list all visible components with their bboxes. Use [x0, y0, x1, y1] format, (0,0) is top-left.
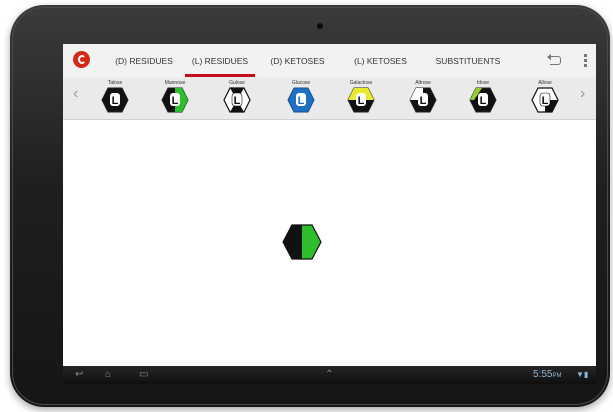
residue-label: Galactose [349, 80, 373, 86]
residue-glucose[interactable]: Glucose L [281, 79, 321, 117]
scroll-right-icon[interactable]: › [580, 85, 585, 103]
residue-letter: L [480, 95, 487, 107]
residue-letter: L [542, 95, 549, 107]
clock-time: 5:55 [533, 369, 553, 380]
mannose-hexagon-icon: L [161, 87, 189, 113]
system-bar: ↩ ⌂ ▭ ⌃ 5:55PM ▼▮ [63, 366, 596, 384]
residue-letter: L [298, 95, 305, 107]
allose-hexagon-icon: L [531, 87, 559, 113]
scroll-left-icon[interactable]: ‹ [73, 85, 78, 103]
tab-d-residues[interactable]: (D) RESIDUES [114, 44, 174, 77]
residue-label: Mannose [164, 80, 186, 86]
recent-apps-icon[interactable]: ▭ [139, 369, 148, 380]
residue-label: Idose [476, 80, 490, 86]
action-bar: (D) RESIDUES (L) RESIDUES (D) KETOSES (L… [63, 44, 596, 78]
drawing-canvas[interactable] [63, 120, 596, 366]
residue-gulose[interactable]: Gulose L [217, 79, 257, 117]
residue-altrose[interactable]: Altrose L [403, 79, 443, 117]
tab-l-residues[interactable]: (L) RESIDUES [185, 44, 255, 77]
residue-label: Talose [107, 80, 123, 86]
app-logo-icon[interactable] [73, 51, 90, 68]
front-camera [316, 22, 324, 30]
undo-icon[interactable] [547, 54, 561, 65]
back-icon[interactable]: ↩ [75, 369, 83, 380]
altrose-hexagon-icon: L [409, 87, 437, 113]
residue-idose[interactable]: Idose L [463, 79, 503, 117]
residue-letter: L [358, 95, 365, 107]
residue-letter: L [420, 95, 427, 107]
tab-l-ketoses[interactable]: (L) KETOSES [353, 44, 408, 77]
overflow-menu-icon[interactable] [584, 54, 587, 67]
talose-hexagon-icon: L [101, 87, 129, 113]
placed-mannose-hexagon-icon[interactable] [282, 224, 322, 260]
tab-substituents[interactable]: SUBSTITUENTS [433, 44, 503, 77]
menu-up-icon[interactable]: ⌃ [325, 369, 333, 380]
residue-galactose[interactable]: Galactose L [341, 79, 381, 117]
residue-label: Altrose [415, 80, 431, 86]
status-clock: 5:55PM [533, 369, 561, 380]
residue-label: Gulose [229, 80, 245, 86]
signal-icon: ▼▮ [576, 370, 589, 379]
home-icon[interactable]: ⌂ [105, 369, 111, 380]
glucose-hexagon-icon: L [287, 87, 315, 113]
gulose-hexagon-icon: L [223, 87, 251, 113]
residue-mannose[interactable]: Mannose L [155, 79, 195, 117]
residue-strip: ‹ › Talose L Mannose L Gulose L Glucose … [63, 77, 596, 120]
screen: (D) RESIDUES (L) RESIDUES (D) KETOSES (L… [63, 44, 596, 384]
residue-letter: L [234, 95, 241, 107]
residue-label: Glucose [291, 80, 311, 86]
tablet-frame: (D) RESIDUES (L) RESIDUES (D) KETOSES (L… [10, 5, 610, 407]
residue-allose[interactable]: Allose L [525, 79, 565, 117]
residue-letter: L [112, 95, 119, 107]
galactose-hexagon-icon: L [347, 87, 375, 113]
residue-label: Allose [538, 80, 552, 86]
idose-hexagon-icon: L [469, 87, 497, 113]
residue-letter: L [172, 95, 179, 107]
residue-talose[interactable]: Talose L [95, 79, 135, 117]
clock-ampm: PM [552, 373, 562, 379]
tab-d-ketoses[interactable]: (D) KETOSES [270, 44, 325, 77]
